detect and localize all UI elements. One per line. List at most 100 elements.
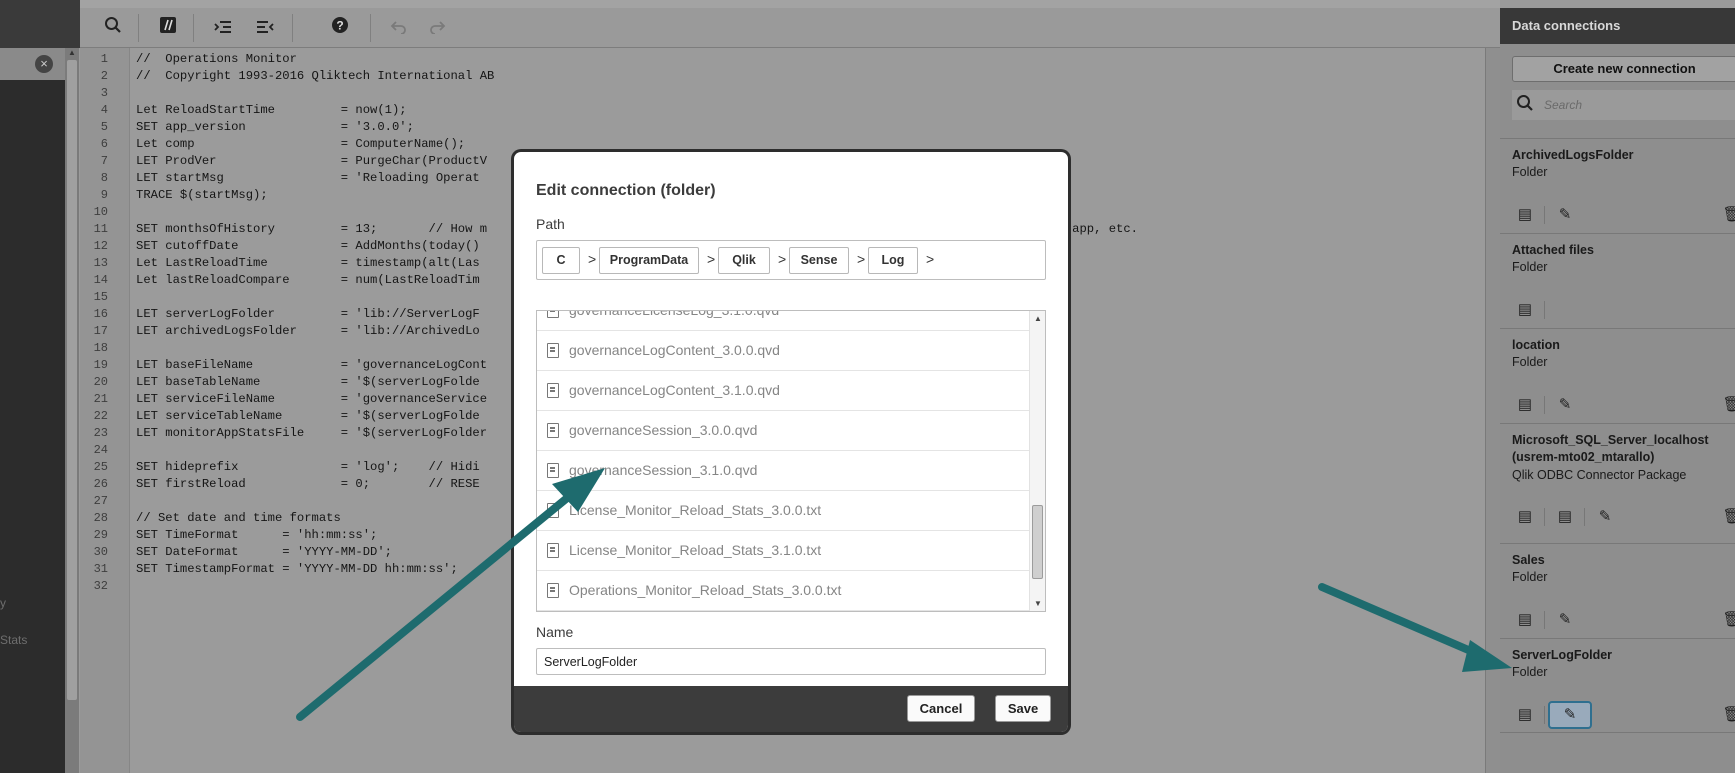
select-data-icon[interactable]: ▤ bbox=[1552, 506, 1578, 528]
code-line[interactable]: Let LastReloadTime = timestamp(alt(Las bbox=[136, 256, 480, 270]
edit-pencil-icon[interactable]: ✎ bbox=[1592, 506, 1618, 528]
redo-icon[interactable] bbox=[423, 14, 453, 42]
comment-toggle-icon[interactable] bbox=[153, 14, 183, 42]
delete-icon[interactable]: 🗑 bbox=[1719, 506, 1735, 528]
breadcrumb-item[interactable]: Qlik bbox=[718, 247, 770, 274]
scrollbar-thumb[interactable] bbox=[1032, 505, 1043, 579]
file-row[interactable]: governanceSession_3.1.0.qvd bbox=[537, 451, 1029, 491]
file-row[interactable]: License_Monitor_Reload_Stats_3.1.0.txt bbox=[537, 531, 1029, 571]
code-line[interactable]: LET archivedLogsFolder = 'lib://Archived… bbox=[136, 324, 480, 338]
select-data-icon[interactable]: ▤ bbox=[1512, 299, 1538, 321]
undo-icon[interactable] bbox=[383, 14, 413, 42]
code-line[interactable]: // Copyright 1993-2016 Qliktech Internat… bbox=[136, 69, 494, 83]
divider bbox=[1584, 508, 1585, 526]
connection-item-archivedlogsfolder[interactable]: ArchivedLogsFolder Folder ▤ ✎ 🗑 bbox=[1500, 138, 1735, 233]
line-number: 2 bbox=[100, 69, 108, 83]
left-nav-scrollbar[interactable]: ▲ bbox=[65, 48, 79, 773]
code-line[interactable]: SET TimestampFormat = 'YYYY-MM-DD hh:mm:… bbox=[136, 562, 458, 576]
scroll-up-arrow-icon[interactable]: ▲ bbox=[1034, 314, 1042, 323]
code-line[interactable]: SET DateFormat = 'YYYY-MM-DD'; bbox=[136, 545, 392, 559]
search-icon[interactable] bbox=[98, 14, 128, 42]
code-line[interactable]: SET TimeFormat = 'hh:mm:ss'; bbox=[136, 528, 377, 542]
code-line[interactable]: LET startMsg = 'Reloading Operat bbox=[136, 171, 480, 185]
line-number: 30 bbox=[93, 545, 108, 559]
file-row[interactable]: Operations_Monitor_Reload_Stats_3.0.0.tx… bbox=[537, 571, 1029, 611]
divider bbox=[1544, 396, 1545, 414]
line-number: 20 bbox=[93, 375, 108, 389]
edit-pencil-icon[interactable]: ✎ bbox=[1552, 204, 1578, 226]
scroll-up-arrow-icon[interactable]: ▲ bbox=[68, 48, 76, 57]
file-list[interactable]: governanceLicenseLog_3.1.0.qvd governanc… bbox=[536, 310, 1046, 612]
name-label: Name bbox=[536, 624, 574, 640]
code-line[interactable]: SET firstReload = 0; // RESE bbox=[136, 477, 480, 491]
indent-icon[interactable] bbox=[208, 14, 238, 42]
cancel-button[interactable]: Cancel bbox=[907, 695, 975, 722]
code-line[interactable]: TRACE $(startMsg); bbox=[136, 188, 268, 202]
code-line[interactable]: LET baseFileName = 'governanceLogCont bbox=[136, 358, 487, 372]
breadcrumb-item[interactable]: Sense bbox=[789, 247, 849, 274]
delete-icon[interactable]: 🗑 bbox=[1719, 609, 1735, 631]
code-line[interactable]: // Set date and time formats bbox=[136, 511, 341, 525]
connection-item-serverlogfolder[interactable]: ServerLogFolder Folder ▤ ✎ 🗑 bbox=[1500, 638, 1735, 733]
editor-scrollbar[interactable] bbox=[1485, 48, 1500, 773]
code-line[interactable]: SET app_version = '3.0.0'; bbox=[136, 120, 414, 134]
code-line[interactable]: LET baseTableName = '$(serverLogFolde bbox=[136, 375, 480, 389]
search-input[interactable]: Search bbox=[1544, 98, 1582, 112]
connection-search[interactable]: Search bbox=[1512, 90, 1735, 120]
connection-item-attached-files[interactable]: Attached files Folder ▤ bbox=[1500, 233, 1735, 328]
code-line[interactable]: LET serviceTableName = '$(serverLogFolde bbox=[136, 409, 480, 423]
line-number: 9 bbox=[100, 188, 108, 202]
help-icon[interactable]: ? bbox=[325, 14, 355, 42]
file-icon bbox=[547, 543, 559, 558]
name-input[interactable]: ServerLogFolder bbox=[536, 648, 1046, 675]
delete-icon[interactable]: 🗑 bbox=[1719, 394, 1735, 416]
connection-item-sales[interactable]: Sales Folder ▤ ✎ 🗑 bbox=[1500, 543, 1735, 638]
edit-pencil-icon[interactable]: ✎ bbox=[1548, 701, 1592, 729]
file-row[interactable]: governanceLicenseLog_3.1.0.qvd bbox=[537, 311, 1029, 331]
left-nav-partial-text: Stats bbox=[0, 633, 28, 647]
code-line[interactable]: LET monitorAppStatsFile = '$(serverLogFo… bbox=[136, 426, 487, 440]
connection-type: Folder bbox=[1512, 355, 1548, 369]
code-line[interactable]: Let ReloadStartTime = now(1); bbox=[136, 103, 407, 117]
edit-pencil-icon[interactable]: ✎ bbox=[1552, 394, 1578, 416]
edit-pencil-icon[interactable]: ✎ bbox=[1552, 609, 1578, 631]
file-list-scrollbar[interactable]: ▲ ▼ bbox=[1029, 311, 1045, 611]
file-row[interactable]: License_Monitor_Reload_Stats_3.0.0.txt bbox=[537, 491, 1029, 531]
breadcrumb-item[interactable]: ProgramData bbox=[599, 247, 699, 274]
connection-item-location[interactable]: location Folder ▤ ✎ 🗑 bbox=[1500, 328, 1735, 423]
file-icon bbox=[547, 463, 559, 478]
toolbar-divider bbox=[370, 14, 371, 42]
file-row[interactable]: governanceSession_3.0.0.qvd bbox=[537, 411, 1029, 451]
code-line[interactable]: SET hideprefix = 'log'; // Hidi bbox=[136, 460, 480, 474]
load-data-icon[interactable]: ▤ bbox=[1512, 506, 1538, 528]
line-number: 21 bbox=[93, 392, 108, 406]
connection-name: location bbox=[1512, 338, 1560, 352]
select-data-icon[interactable]: ▤ bbox=[1512, 609, 1538, 631]
select-data-icon[interactable]: ▤ bbox=[1512, 704, 1538, 726]
breadcrumb-item[interactable]: Log bbox=[868, 247, 918, 274]
select-data-icon[interactable]: ▤ bbox=[1512, 204, 1538, 226]
connection-name: ArchivedLogsFolder bbox=[1512, 148, 1634, 162]
select-data-icon[interactable]: ▤ bbox=[1512, 394, 1538, 416]
file-icon bbox=[547, 343, 559, 358]
code-line[interactable]: Let comp = ComputerName(); bbox=[136, 137, 465, 151]
save-button[interactable]: Save bbox=[995, 695, 1051, 722]
connection-name: Microsoft_SQL_Server_localhost (usrem-mt… bbox=[1512, 433, 1709, 464]
file-row[interactable]: governanceLogContent_3.1.0.qvd bbox=[537, 371, 1029, 411]
delete-icon[interactable]: 🗑 bbox=[1719, 704, 1735, 726]
code-line[interactable]: LET ProdVer = PurgeChar(ProductV bbox=[136, 154, 487, 168]
connection-item-mssql[interactable]: Microsoft_SQL_Server_localhost (usrem-mt… bbox=[1500, 423, 1735, 543]
line-number: 13 bbox=[93, 256, 108, 270]
outdent-icon[interactable] bbox=[250, 14, 280, 42]
close-icon[interactable]: × bbox=[35, 55, 53, 73]
file-row[interactable]: governanceLogContent_3.0.0.qvd bbox=[537, 331, 1029, 371]
delete-icon[interactable]: 🗑 bbox=[1719, 204, 1735, 226]
create-connection-button[interactable]: Create new connection bbox=[1512, 56, 1735, 82]
code-line[interactable]: LET serverLogFolder = 'lib://ServerLogF bbox=[136, 307, 480, 321]
scroll-down-arrow-icon[interactable]: ▼ bbox=[1034, 599, 1042, 608]
line-number: 11 bbox=[93, 222, 108, 236]
code-line[interactable]: // Operations Monitor bbox=[136, 52, 297, 66]
scrollbar-thumb[interactable] bbox=[67, 60, 77, 700]
breadcrumb-item[interactable]: C bbox=[542, 247, 580, 274]
code-line[interactable]: LET serviceFileName = 'governanceService bbox=[136, 392, 487, 406]
